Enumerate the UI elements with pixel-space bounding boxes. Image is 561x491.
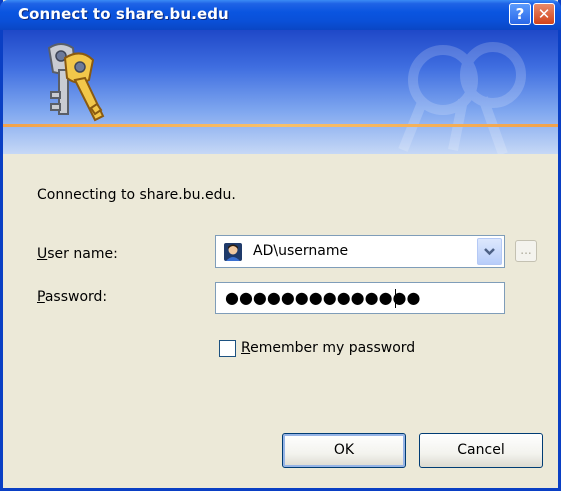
keys-watermark-icon [398, 42, 526, 154]
connect-dialog: Connect to share.bu.edu ? ✕ Connecting t… [0, 0, 561, 491]
help-icon: ? [515, 5, 525, 23]
chevron-down-icon [484, 248, 495, 256]
user-account-icon [224, 243, 242, 261]
password-label: Password: [37, 289, 108, 305]
username-combobox[interactable]: AD\username [215, 235, 505, 268]
title-bar[interactable]: Connect to share.bu.edu ? ✕ [0, 0, 561, 30]
password-masked-value: ●●●●●●●●●●●●●● [225, 288, 421, 307]
cancel-button[interactable]: Cancel [419, 433, 543, 468]
close-button[interactable]: ✕ [533, 3, 555, 25]
remember-password-label[interactable]: Remember my password [241, 340, 415, 356]
help-button[interactable]: ? [509, 3, 531, 25]
banner-accent-line [3, 124, 558, 127]
username-value: AD\username [253, 243, 349, 259]
ok-button[interactable]: OK [282, 433, 406, 468]
password-field[interactable]: ●●●●●●●●●●●●●● [215, 282, 505, 314]
text-caret [395, 289, 396, 308]
keys-icon [47, 43, 105, 122]
remember-password-checkbox[interactable] [219, 340, 236, 357]
connecting-message: Connecting to share.bu.edu. [37, 187, 236, 203]
username-dropdown-button[interactable] [477, 238, 502, 265]
username-label: User name: [37, 246, 118, 262]
header-banner [3, 30, 558, 154]
window-title: Connect to share.bu.edu [18, 5, 229, 23]
browse-users-button[interactable]: ... [515, 240, 537, 262]
close-icon: ✕ [537, 5, 551, 23]
